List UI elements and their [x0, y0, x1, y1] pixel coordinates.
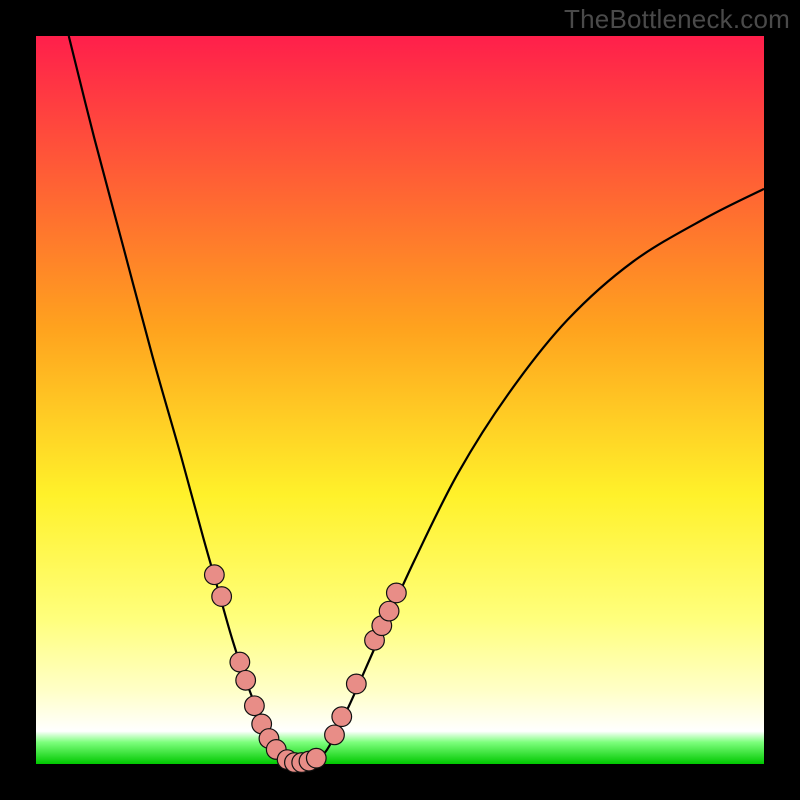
data-marker [236, 670, 256, 690]
data-marker [332, 707, 352, 727]
watermark-text: TheBottleneck.com [564, 4, 790, 35]
chart-stage: TheBottleneck.com [0, 0, 800, 800]
data-marker [325, 725, 345, 745]
data-marker [306, 748, 326, 768]
data-marker [205, 565, 225, 585]
data-marker [245, 696, 265, 716]
data-marker [346, 674, 366, 694]
plot-area [36, 36, 764, 764]
bottleneck-chart [0, 0, 800, 800]
data-marker [387, 583, 407, 603]
data-marker [212, 587, 232, 607]
data-marker [379, 601, 399, 621]
data-marker [230, 652, 250, 672]
